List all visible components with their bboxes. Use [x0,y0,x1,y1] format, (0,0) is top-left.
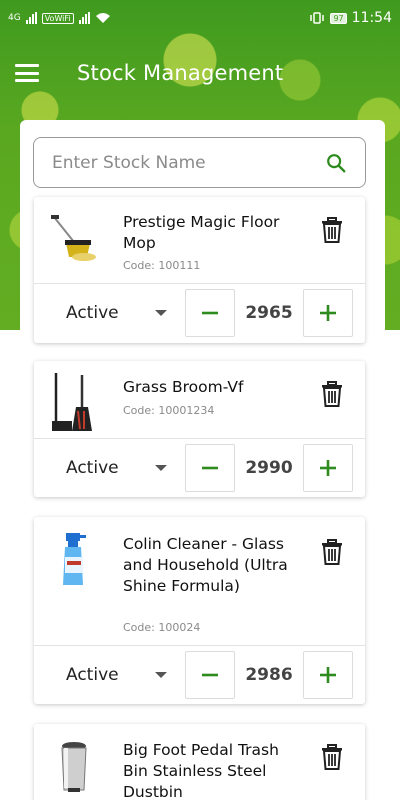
vibrate-icon [310,12,325,24]
stock-controls: Active 2965 [34,283,365,343]
quantity-value: 2965 [245,303,293,323]
chevron-down-icon [154,310,167,316]
plus-icon [320,460,336,476]
trash-icon[interactable] [321,381,343,407]
battery-icon: 97 [330,12,347,24]
status-dropdown[interactable]: Active [66,438,167,498]
status-value: Active [66,303,119,323]
status-bar: 4G VoWiFi 97 11:54 [0,0,400,36]
product-code: Code: 100024 [123,621,201,634]
spray-bottle-image [63,533,86,585]
quantity-value: 2986 [245,665,293,685]
minus-icon [202,466,218,470]
status-dropdown[interactable]: Active [66,645,167,705]
product-name: Big Foot Pedal Trash Bin Stainless Steel… [123,741,279,800]
product-card: Grass Broom-Vf Code: 10001234 Active 299… [34,361,365,497]
product-name: Grass Broom-Vf [123,378,244,396]
product-card: Prestige Magic Floor Mop Code: 100111 Ac… [34,197,365,343]
increase-button[interactable] [303,444,353,492]
broom-dustpan-image [52,373,92,431]
product-card: Colin Cleaner - Glass and Household (Ult… [34,517,365,704]
trash-icon[interactable] [321,744,343,770]
search-input[interactable] [52,152,325,173]
trash-icon[interactable] [321,217,343,243]
chevron-down-icon [154,672,167,678]
product-code: Code: 10001234 [123,404,215,417]
decrease-button[interactable] [185,651,235,699]
page-title: Stock Management [77,61,284,85]
status-value: Active [66,458,119,478]
chevron-down-icon [154,465,167,471]
hamburger-menu-icon[interactable] [15,64,39,82]
search-bar [33,137,366,188]
product-card: Big Foot Pedal Trash Bin Stainless Steel… [34,724,365,800]
trash-icon[interactable] [321,539,343,565]
increase-button[interactable] [303,651,353,699]
clock: 11:54 [351,10,392,26]
quantity-value: 2990 [245,458,293,478]
minus-icon [202,311,218,315]
network-type: 4G [8,13,21,23]
stock-controls: Active 2990 [34,438,365,498]
wifi-icon [95,13,110,23]
signal-icon-2 [78,12,90,24]
plus-icon [320,305,336,321]
decrease-button[interactable] [185,289,235,337]
status-value: Active [66,665,119,685]
product-code: Code: 100111 [123,259,201,272]
minus-icon [202,673,218,677]
mop-bucket-image [51,215,96,261]
plus-icon [320,667,336,683]
pedal-bin-image [61,742,87,792]
increase-button[interactable] [303,289,353,337]
product-name: Colin Cleaner - Glass and Household (Ult… [123,535,288,595]
signal-icon [25,12,37,24]
product-name: Prestige Magic Floor Mop [123,213,280,252]
search-icon[interactable] [325,152,347,174]
status-dropdown[interactable]: Active [66,283,167,343]
vowifi-badge: VoWiFi [41,12,74,24]
app-bar: Stock Management [0,50,400,96]
decrease-button[interactable] [185,444,235,492]
stock-controls: Active 2986 [34,645,365,705]
